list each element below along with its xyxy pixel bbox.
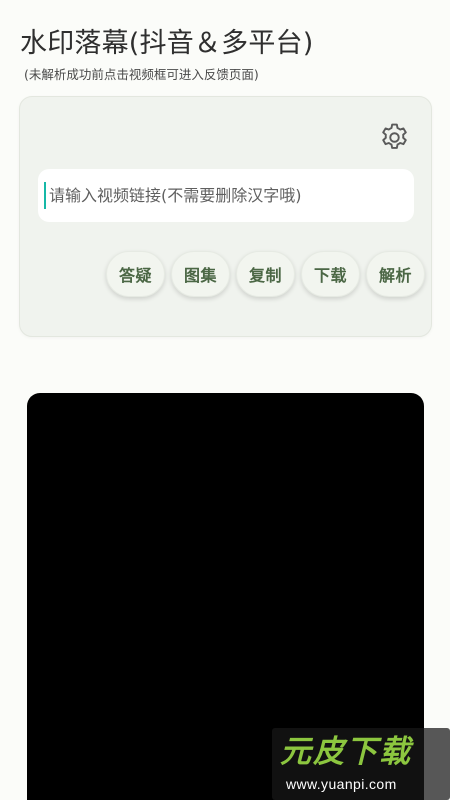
- parse-card: 答疑 图集 复制 下载 解析: [19, 96, 432, 337]
- watermark-url: www.yuanpi.com: [286, 776, 397, 792]
- download-button[interactable]: 下载: [301, 251, 360, 297]
- settings-button[interactable]: [376, 119, 412, 155]
- action-button-row: 答疑 图集 复制 下载 解析: [106, 251, 428, 299]
- parse-button[interactable]: 解析: [366, 251, 425, 297]
- gallery-button[interactable]: 图集: [171, 251, 230, 297]
- video-link-input[interactable]: [49, 186, 389, 205]
- copy-button[interactable]: 复制: [236, 251, 295, 297]
- video-link-field[interactable]: [38, 169, 414, 222]
- gear-icon: [381, 123, 407, 149]
- watermark-logo: 元皮下载: [280, 734, 412, 770]
- site-watermark: 元皮下载 www.yuanpi.com: [272, 728, 450, 800]
- text-cursor: [44, 182, 46, 209]
- app-title: 水印落幕(抖音＆多平台): [20, 28, 314, 59]
- faq-button[interactable]: 答疑: [106, 251, 165, 297]
- app-subtitle: (未解析成功前点击视频框可进入反馈页面): [24, 67, 259, 82]
